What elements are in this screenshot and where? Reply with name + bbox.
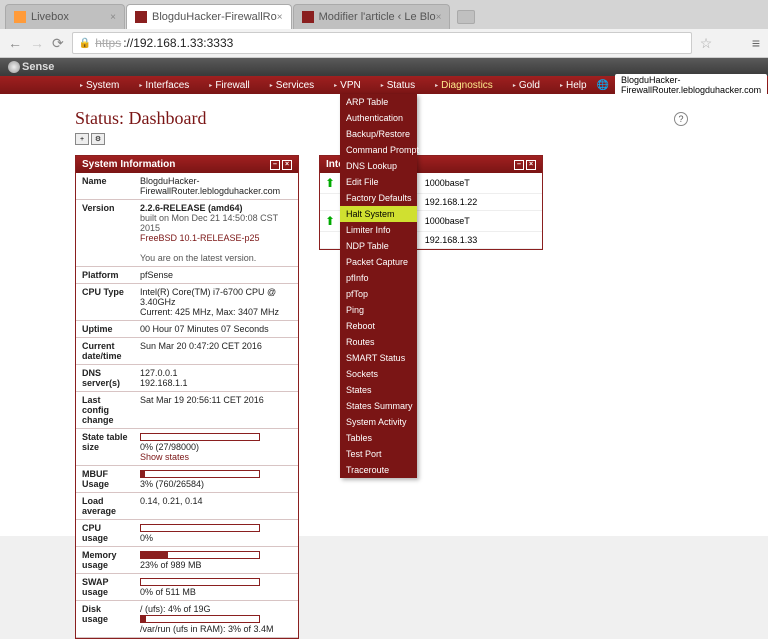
widget-add-button[interactable]: + [75, 133, 89, 145]
hamburger-icon[interactable]: ≡ [752, 35, 760, 51]
menu-item-command-prompt[interactable]: Command Prompt [340, 142, 417, 158]
nav-item-vpn[interactable]: ▸VPN [324, 80, 371, 91]
minimize-icon[interactable]: – [270, 160, 280, 170]
menu-item-pfinfo[interactable]: pfInfo [340, 270, 417, 286]
menu-item-sockets[interactable]: Sockets [340, 366, 417, 382]
show-states-link[interactable]: Show states [140, 452, 189, 462]
domain-badge: BlogduHacker-FirewallRouter.leblogduhack… [615, 74, 767, 96]
menu-item-authentication[interactable]: Authentication [340, 110, 417, 126]
menu-item-arp-table[interactable]: ARP Table [340, 94, 417, 110]
globe-icon: 🌐 [597, 80, 609, 91]
menu-item-backup-restore[interactable]: Backup/Restore [340, 126, 417, 142]
browser-toolbar: ← → ⟳ 🔒 https://192.168.1.33:3333 ☆ ≡ [0, 29, 768, 58]
bookmark-icon[interactable]: ☆ [700, 35, 713, 52]
close-icon[interactable]: × [277, 12, 283, 23]
menu-item-dns-lookup[interactable]: DNS Lookup [340, 158, 417, 174]
close-icon[interactable]: × [436, 12, 442, 23]
nav-item-status[interactable]: ▸Status [371, 80, 425, 91]
menu-item-system-activity[interactable]: System Activity [340, 414, 417, 430]
menu-item-ndp-table[interactable]: NDP Table [340, 238, 417, 254]
menu-item-limiter-info[interactable]: Limiter Info [340, 222, 417, 238]
menu-item-traceroute[interactable]: Traceroute [340, 462, 417, 478]
browser-tab-1[interactable]: BlogduHacker-FirewallRo× [126, 4, 292, 29]
diagnostics-dropdown[interactable]: ARP TableAuthenticationBackup/RestoreCom… [340, 94, 417, 478]
nav-bar: ▸System▸Interfaces▸Firewall▸Services▸VPN… [0, 76, 768, 94]
lock-icon: 🔒 [79, 38, 91, 49]
nav-item-diagnostics[interactable]: ▸Diagnostics [425, 80, 503, 91]
forward-button[interactable]: → [30, 35, 44, 51]
close-icon[interactable]: × [282, 160, 292, 170]
back-button[interactable]: ← [8, 35, 22, 51]
browser-tab-0[interactable]: Livebox× [5, 4, 125, 29]
url-input[interactable]: 🔒 https://192.168.1.33:3333 [72, 32, 692, 54]
menu-item-ping[interactable]: Ping [340, 302, 417, 318]
panel-header[interactable]: System Information –× [76, 156, 298, 173]
menu-item-packet-capture[interactable]: Packet Capture [340, 254, 417, 270]
menu-item-factory-defaults[interactable]: Factory Defaults [340, 190, 417, 206]
new-tab-button[interactable] [457, 10, 475, 24]
close-icon[interactable]: × [526, 160, 536, 170]
menu-item-states-summary[interactable]: States Summary [340, 398, 417, 414]
menu-item-edit-file[interactable]: Edit File [340, 174, 417, 190]
nav-item-gold[interactable]: ▸Gold [503, 80, 550, 91]
browser-tabs: Livebox× BlogduHacker-FirewallRo× Modifi… [0, 0, 768, 29]
nav-item-system[interactable]: ▸System [70, 80, 129, 91]
menu-item-routes[interactable]: Routes [340, 334, 417, 350]
menu-item-reboot[interactable]: Reboot [340, 318, 417, 334]
page: Sense ▸System▸Interfaces▸Firewall▸Servic… [0, 58, 768, 536]
system-info-panel: System Information –× NameBlogduHacker-F… [75, 155, 299, 639]
menu-item-smart-status[interactable]: SMART Status [340, 350, 417, 366]
nav-item-firewall[interactable]: ▸Firewall [199, 80, 259, 91]
nav-item-help[interactable]: ▸Help [550, 80, 597, 91]
arrow-up-icon: ⬆ [325, 214, 335, 228]
arrow-up-icon: ⬆ [325, 176, 335, 190]
menu-item-states[interactable]: States [340, 382, 417, 398]
menu-item-tables[interactable]: Tables [340, 430, 417, 446]
nav-item-interfaces[interactable]: ▸Interfaces [129, 80, 199, 91]
reload-button[interactable]: ⟳ [52, 35, 64, 52]
menu-item-test-port[interactable]: Test Port [340, 446, 417, 462]
widget-settings-button[interactable]: ⚙ [91, 133, 105, 145]
help-icon[interactable]: ? [674, 112, 688, 126]
brand-logo: Sense [8, 61, 54, 73]
browser-tab-2[interactable]: Modifier l'article ‹ Le Blo× [293, 4, 451, 29]
minimize-icon[interactable]: – [514, 160, 524, 170]
menu-item-pftop[interactable]: pfTop [340, 286, 417, 302]
close-icon[interactable]: × [110, 12, 116, 23]
nav-item-services[interactable]: ▸Services [260, 80, 324, 91]
menu-item-halt-system[interactable]: Halt System [340, 206, 417, 222]
